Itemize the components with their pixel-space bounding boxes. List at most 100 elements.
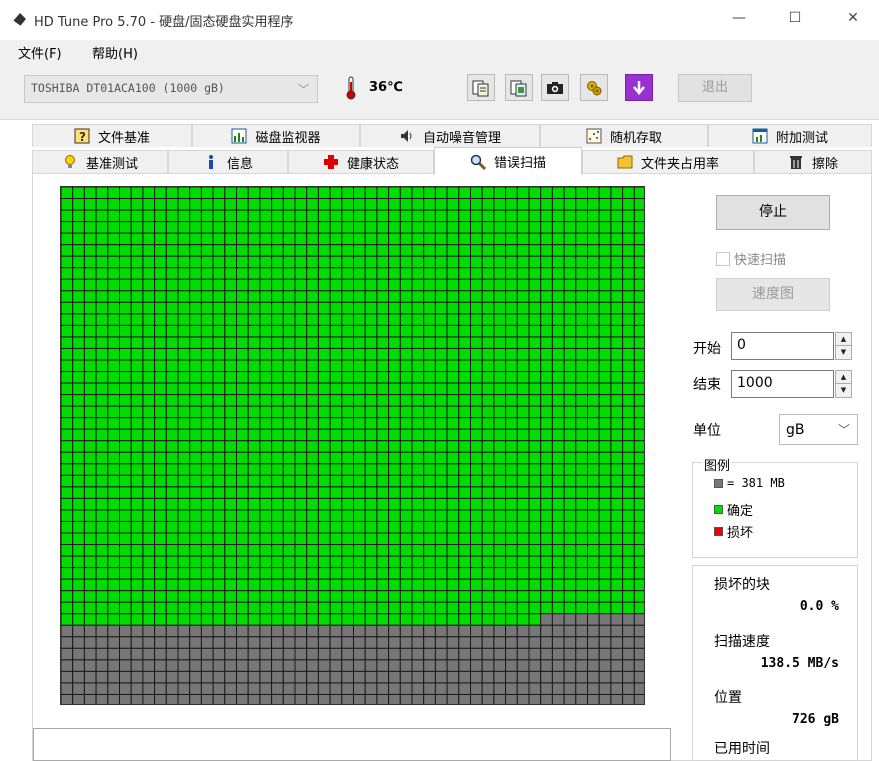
scanned-block <box>411 278 425 292</box>
scanned-block <box>317 187 331 200</box>
scanned-block <box>376 198 390 211</box>
unscanned-block <box>434 682 448 695</box>
scanned-block <box>294 394 308 407</box>
scanned-block <box>575 347 588 361</box>
unscanned-block <box>107 659 120 672</box>
scanned-block <box>364 267 378 280</box>
scanned-block <box>551 428 565 442</box>
tab-disk-monitor[interactable]: 磁盘监视器 <box>192 124 360 147</box>
speed-map-button[interactable]: 速度图 <box>716 278 830 311</box>
spin-down-icon[interactable]: ▼ <box>836 346 851 359</box>
checkbox-box[interactable] <box>716 251 730 266</box>
scanned-block <box>189 336 202 349</box>
start-input[interactable]: 0 <box>731 332 834 360</box>
close-button[interactable]: ✕ <box>830 0 876 36</box>
options-button[interactable] <box>580 74 608 101</box>
unscanned-block <box>189 682 202 695</box>
tab-erase[interactable]: 擦除 <box>754 150 872 173</box>
scanned-block <box>259 209 273 223</box>
tab-benchmark[interactable]: 基准测试 <box>32 150 168 173</box>
menu-file[interactable]: 文件(F) <box>18 43 62 62</box>
start-spinner[interactable]: ▲ ▼ <box>835 332 852 360</box>
scanned-block <box>236 255 249 269</box>
scanned-block <box>353 509 366 522</box>
scanned-block <box>587 544 600 557</box>
scanned-block <box>154 267 167 280</box>
scanned-block <box>247 255 261 269</box>
scanned-block <box>259 394 273 407</box>
scanned-block <box>282 405 296 419</box>
tab-random-access[interactable]: 随机存取 <box>540 124 708 147</box>
scanned-block <box>95 405 109 419</box>
scanned-block <box>165 532 179 546</box>
spin-up-icon[interactable]: ▲ <box>836 371 851 384</box>
quick-scan-checkbox[interactable]: 快速扫描 <box>716 249 786 268</box>
scanned-block <box>119 290 132 303</box>
tab-noise-management[interactable]: 自动噪音管理 <box>360 124 540 147</box>
tab-error-scan[interactable]: 错误扫描 <box>434 147 582 175</box>
unscanned-block <box>388 670 401 684</box>
copy-screenshot-button[interactable] <box>505 74 533 101</box>
scanned-block <box>224 520 238 534</box>
scanned-block <box>107 474 120 488</box>
tab-health[interactable]: 健康状态 <box>288 150 434 173</box>
exit-button[interactable]: 退出 <box>678 74 752 102</box>
spin-up-icon[interactable]: ▲ <box>836 333 851 346</box>
tab-folder-usage[interactable]: 文件夹占用率 <box>582 150 754 173</box>
unscanned-block <box>388 647 401 661</box>
scanned-block <box>341 382 354 396</box>
scanned-block <box>353 405 366 419</box>
unscanned-block <box>341 647 354 661</box>
scanned-block <box>481 405 495 419</box>
scanned-block <box>423 613 436 626</box>
scanned-block <box>481 221 495 234</box>
scanned-block <box>154 555 167 569</box>
unit-select[interactable]: gB ﹀ <box>779 414 858 445</box>
scanned-block <box>200 267 214 280</box>
scanned-block <box>587 486 600 499</box>
scanned-block <box>423 509 436 522</box>
save-button[interactable] <box>625 74 653 101</box>
unscanned-block <box>247 624 261 638</box>
scanned-block <box>329 405 343 419</box>
scanned-block <box>446 520 460 534</box>
scanned-block <box>411 520 425 534</box>
scanned-block <box>388 544 401 557</box>
scanned-block <box>516 290 530 303</box>
end-spinner[interactable]: ▲ ▼ <box>835 370 852 398</box>
drive-select[interactable]: TOSHIBA DT01ACA100 (1000 gB) ﹀ <box>24 75 318 103</box>
scanned-block <box>551 417 565 430</box>
scanned-block <box>622 301 635 315</box>
scanned-block <box>528 313 542 326</box>
unscanned-block <box>364 624 378 638</box>
scanned-block <box>364 347 378 361</box>
unscanned-block <box>130 659 144 672</box>
scanned-block <box>458 613 471 626</box>
maximize-button[interactable]: ☐ <box>772 0 818 36</box>
scanned-block <box>95 244 109 257</box>
minimize-button[interactable]: — <box>716 0 762 36</box>
scanned-block <box>329 301 343 315</box>
scanned-block <box>411 532 425 546</box>
menu-help[interactable]: 帮助(H) <box>92 43 138 62</box>
stop-button[interactable]: 停止 <box>716 195 830 230</box>
scanned-block <box>154 278 167 292</box>
scanned-block <box>528 601 542 615</box>
screenshot-button[interactable] <box>541 74 569 101</box>
unscanned-block <box>423 624 436 638</box>
scanned-block <box>282 509 296 522</box>
unscanned-block <box>306 624 319 638</box>
scanned-block <box>399 440 413 453</box>
tab-extra-tests[interactable]: 附加测试 <box>708 124 872 147</box>
copy-text-button[interactable] <box>467 74 495 101</box>
scanned-block <box>353 267 366 280</box>
spin-down-icon[interactable]: ▼ <box>836 384 851 397</box>
unscanned-block <box>481 670 495 684</box>
tab-file-benchmark[interactable]: ? 文件基准 <box>32 124 192 147</box>
scanned-block <box>259 313 273 326</box>
scanned-block <box>364 509 378 522</box>
end-input[interactable]: 1000 <box>731 370 834 398</box>
unscanned-block <box>633 659 644 672</box>
tab-info[interactable]: 信息 <box>168 150 288 173</box>
scanned-block <box>72 451 85 465</box>
